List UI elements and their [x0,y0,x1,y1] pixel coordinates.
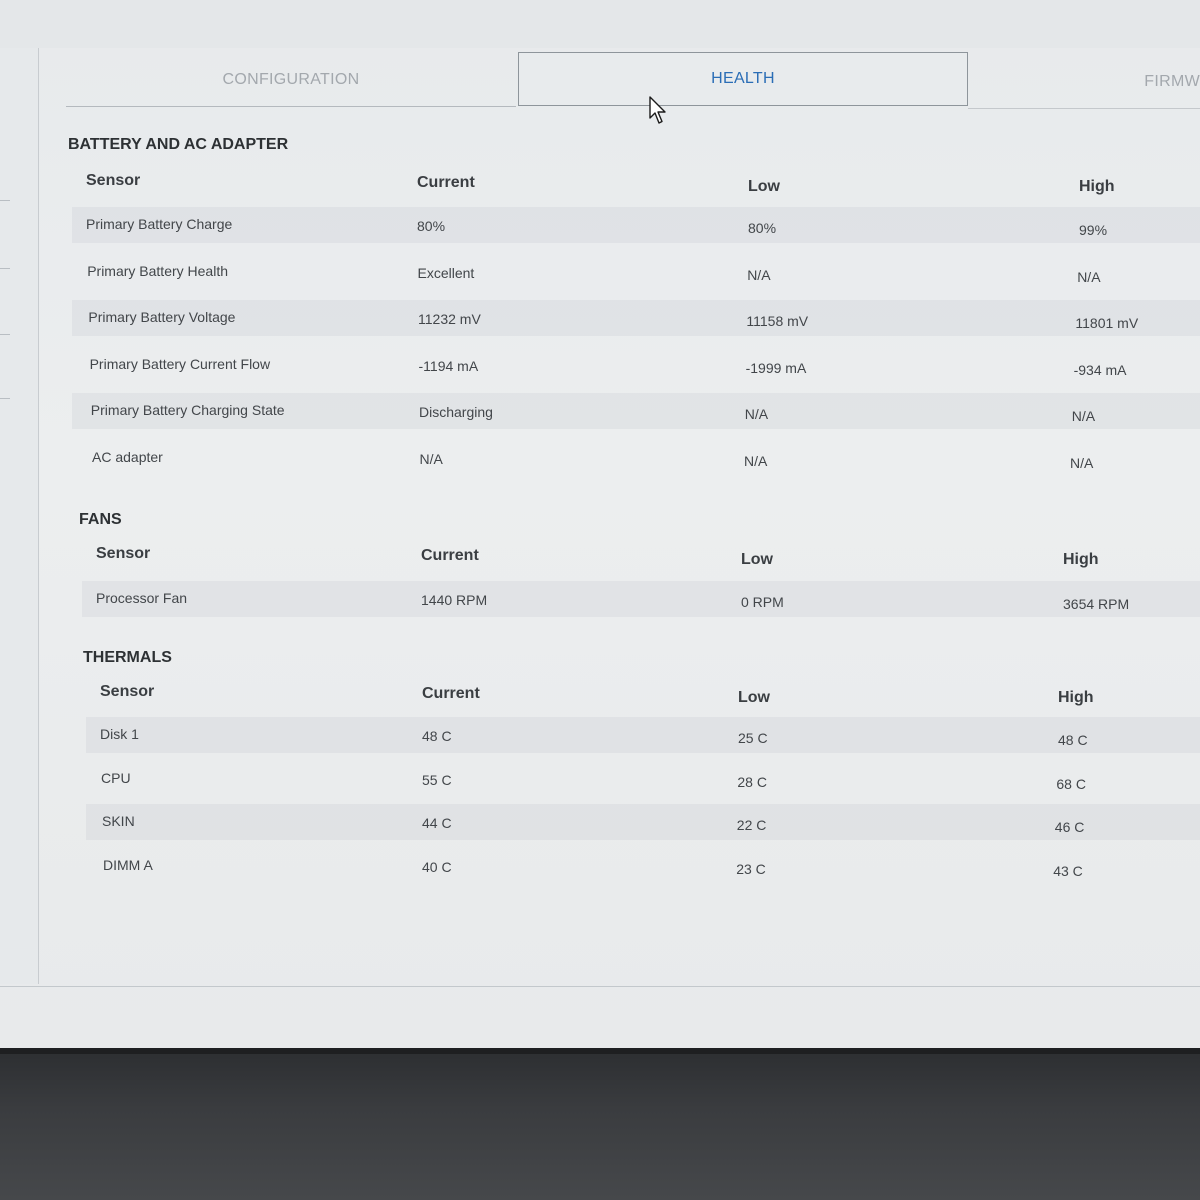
battery-cell-current: Excellent [417,264,475,281]
battery-cell-sensor: Primary Battery Voltage [88,309,236,325]
battery-section-title: BATTERY AND AC ADAPTER [68,136,289,153]
thermals-cell-high: 48 C [1058,732,1088,748]
battery-cell-high: 11801 mV [1075,315,1139,331]
battery-cell-high: N/A [1077,268,1101,285]
table-row [82,581,1200,617]
health-screen: CONFIGURATION HEALTH FIRMW BATTERY AND A… [0,0,1200,1048]
mouse-pointer-icon [649,96,666,124]
battery-cell-sensor: Primary Battery Charging State [90,402,285,418]
battery-cell-current: -1194 mA [418,357,479,374]
thermals-column-header-low: Low [738,689,770,706]
battery-cell-low: N/A [744,406,769,422]
thermals-cell-sensor: CPU [101,769,131,786]
table-row [86,717,1200,753]
thermals-cell-current: 48 C [422,728,452,744]
tab-bar: CONFIGURATION HEALTH FIRMW [66,52,1200,109]
left-nav-pane [0,48,39,984]
fans-column-header-sensor: Sensor [96,545,151,562]
thermals-cell-sensor: DIMM A [103,856,153,873]
fans-column-header-current: Current [421,547,479,564]
battery-cell-low: 80% [748,220,777,236]
thermals-cell-high: 68 C [1056,775,1086,792]
fans-section-title: FANS [79,511,122,528]
battery-cell-current: N/A [419,450,443,467]
nav-divider [0,200,10,201]
tab-health[interactable]: HEALTH [518,52,968,106]
battery-cell-high: N/A [1070,454,1094,471]
nav-divider [0,334,10,335]
tab-firmware[interactable]: FIRMW [968,56,1200,109]
thermals-cell-sensor: SKIN [102,813,135,829]
battery-cell-low: -1999 mA [745,359,807,376]
thermals-cell-current: 44 C [422,815,452,831]
top-edge [0,0,1200,48]
thermals-cell-low: 22 C [736,817,767,833]
battery-cell-sensor: AC adapter [92,448,163,465]
fans-column-header-high: High [1063,551,1099,568]
table-row [72,207,1200,243]
fans-cell-low: 0 RPM [741,594,784,610]
battery-cell-high: -934 mA [1073,361,1127,378]
fans-cell-high: 3654 RPM [1063,596,1130,612]
battery-cell-current: 11232 mV [418,311,481,327]
tab-configuration[interactable]: CONFIGURATION [66,54,516,107]
battery-column-header-high: High [1079,178,1115,195]
battery-cell-sensor: Primary Battery Health [87,262,229,279]
thermals-column-header-high: High [1058,689,1094,706]
battery-cell-current: Discharging [419,404,493,420]
thermals-cell-sensor: Disk 1 [100,726,139,742]
bottom-divider [0,986,1200,987]
fans-column-header-low: Low [741,551,773,568]
thermals-section-title: THERMALS [83,649,172,666]
battery-column-header-low: Low [748,178,780,195]
battery-cell-sensor: Primary Battery Current Flow [89,355,271,372]
battery-cell-high: 99% [1079,222,1108,238]
thermals-cell-current: 40 C [422,858,452,875]
nav-divider [0,268,10,269]
battery-cell-current: 80% [417,218,446,234]
battery-cell-low: N/A [747,266,771,283]
nav-divider [0,398,10,399]
thermals-cell-low: 23 C [736,860,766,877]
thermals-cell-current: 55 C [422,771,452,788]
battery-column-header-sensor: Sensor [86,172,141,189]
thermals-cell-low: 25 C [738,730,768,746]
thermals-cell-high: 46 C [1054,819,1085,835]
thermals-column-header-current: Current [422,685,480,702]
battery-cell-sensor: Primary Battery Charge [86,216,233,232]
fans-cell-current: 1440 RPM [421,592,488,608]
screen-frame [0,1048,1200,1054]
battery-cell-low: 11158 mV [746,313,809,329]
thermals-cell-low: 28 C [737,773,767,790]
battery-column-header-current: Current [417,174,475,191]
table-row [86,804,1200,840]
thermals-column-header-sensor: Sensor [100,683,155,700]
battery-cell-low: N/A [744,452,768,469]
fans-cell-sensor: Processor Fan [96,590,188,606]
laptop-bezel [0,1048,1200,1200]
table-row [72,300,1200,336]
battery-cell-high: N/A [1071,408,1096,424]
thermals-cell-high: 43 C [1053,862,1083,879]
